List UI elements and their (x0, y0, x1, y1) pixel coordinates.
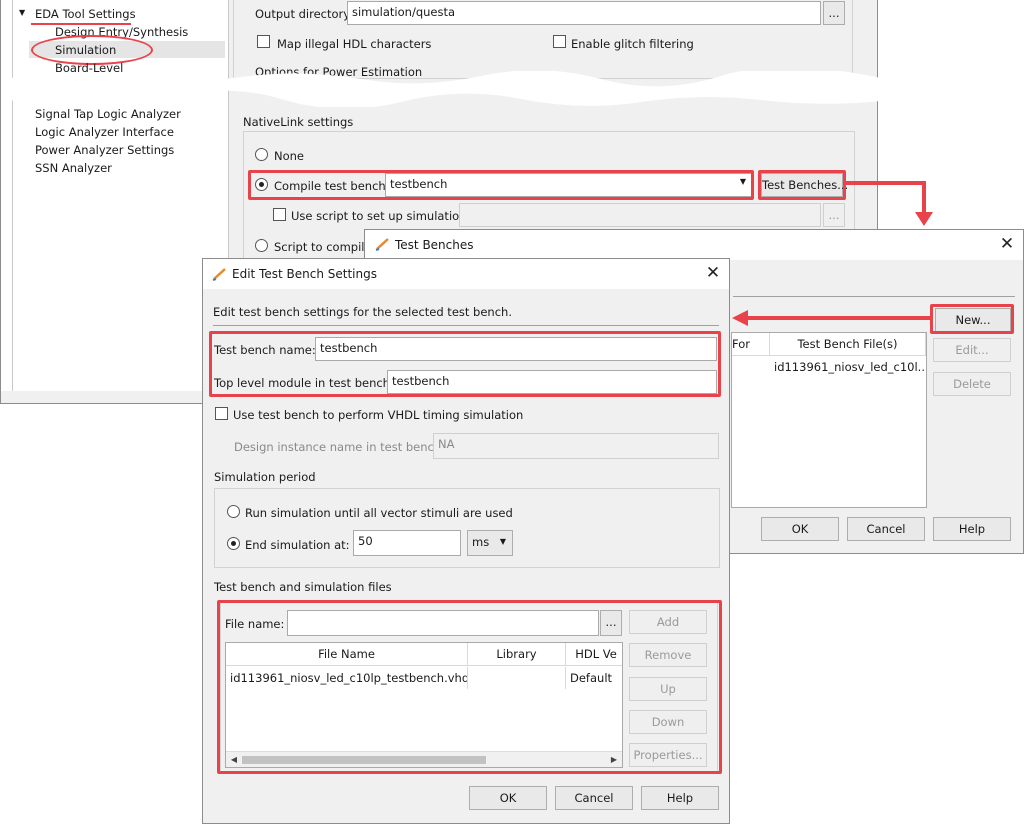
none-radio[interactable] (255, 148, 268, 161)
scroll-left-icon[interactable]: ◀ (228, 753, 240, 767)
nativelink-label: NativeLink settings (243, 115, 354, 129)
use-script-input (459, 203, 821, 227)
properties-button: Properties... (629, 743, 707, 767)
file-browse-button[interactable]: ... (600, 610, 622, 636)
test-bench-name-label: Test bench name: (214, 343, 316, 357)
dropdown-arrow-icon: ▼ (499, 537, 506, 546)
torn-break (1, 71, 881, 107)
simulation-period-group (214, 488, 720, 568)
run-until-radio[interactable] (227, 505, 240, 518)
script-to-compile-radio[interactable] (255, 239, 268, 252)
end-at-input[interactable]: 50 (353, 530, 461, 556)
enable-glitch-checkbox[interactable] (553, 35, 566, 48)
test-benches-button[interactable]: Test Benches... (761, 173, 848, 197)
test-benches-help-button[interactable]: Help (933, 517, 1011, 541)
compile-test-bench-select[interactable]: testbench ▼ (385, 173, 753, 197)
delete-button: Delete (933, 372, 1011, 396)
design-instance-input: NA (433, 433, 719, 459)
dropdown-arrow-icon: ▼ (739, 177, 746, 186)
row-file-name: id113961_niosv_led_c10lp_testbench.vhd (226, 667, 468, 689)
close-icon[interactable]: ✕ (997, 234, 1017, 254)
edit-help-button[interactable]: Help (641, 786, 719, 810)
flow-arrow-down (846, 181, 933, 226)
tree-item-power-analyzer[interactable]: Power Analyzer Settings (35, 143, 174, 157)
enable-glitch-label: Enable glitch filtering (571, 37, 694, 51)
test-benches-ok-button[interactable]: OK (761, 517, 839, 541)
compile-test-bench-label: Compile test bench: (274, 179, 390, 193)
up-button: Up (629, 677, 707, 701)
tree-item-ssn-analyzer[interactable]: SSN Analyzer (35, 161, 112, 175)
file-name-header[interactable]: File Name (226, 643, 468, 665)
table-row[interactable]: id113961_niosv_led_c10lp_testbench.vhd D… (226, 667, 622, 689)
col-for-header[interactable]: For (732, 333, 770, 355)
use-script-label: Use script to set up simulation: (291, 209, 471, 223)
hdl-version-header[interactable]: HDL Ve (566, 643, 622, 665)
edit-ok-button[interactable]: OK (469, 786, 547, 810)
tree-item-signal-tap[interactable]: Signal Tap Logic Analyzer (35, 107, 181, 121)
edit-button: Edit... (933, 338, 1011, 362)
map-illegal-hdl-checkbox[interactable] (257, 35, 270, 48)
files-section-label: Test bench and simulation files (214, 580, 392, 594)
test-benches-titlebar: Test Benches ✕ (365, 230, 1023, 260)
row-hdl-version: Default (570, 671, 613, 685)
edit-test-bench-dialog: Edit Test Bench Settings ✕ Edit test ben… (202, 258, 730, 824)
test-benches-cancel-button[interactable]: Cancel (847, 517, 925, 541)
end-at-label: End simulation at: (245, 538, 350, 552)
tree-divider (12, 0, 13, 391)
end-at-radio[interactable] (227, 537, 240, 550)
files-table: File Name Library HDL Ve id113961_niosv_… (225, 642, 623, 768)
tree-expand-arrow-icon[interactable]: ▼ (19, 8, 25, 17)
none-label: None (274, 149, 305, 163)
end-unit-select[interactable]: ms ▼ (467, 530, 513, 556)
add-button: Add (629, 610, 707, 634)
library-header[interactable]: Library (468, 643, 566, 665)
output-directory-input[interactable]: simulation/questa (347, 1, 821, 25)
test-benches-divider (733, 296, 1015, 297)
use-vhdl-timing-checkbox[interactable] (215, 407, 228, 420)
use-script-checkbox[interactable] (273, 208, 286, 221)
compile-test-bench-radio[interactable] (255, 178, 268, 191)
edit-dialog-titlebar: Edit Test Bench Settings ✕ (203, 259, 729, 289)
top-level-module-input[interactable]: testbench (387, 370, 717, 394)
category-tree: ▼ EDA Tool Settings Design Entry/Synthes… (1, 0, 229, 391)
map-illegal-hdl-label: Map illegal HDL characters (277, 37, 432, 51)
test-bench-name-input[interactable]: testbench (315, 337, 717, 361)
table-row-file[interactable]: id113961_niosv_led_c10l... (770, 356, 926, 378)
test-benches-title: Test Benches (395, 238, 474, 252)
file-name-input[interactable] (287, 610, 599, 636)
header-underline (226, 665, 622, 666)
down-button: Down (629, 710, 707, 734)
tree-item-eda-tool-settings[interactable]: EDA Tool Settings (35, 7, 136, 21)
quartus-pen-icon (375, 237, 391, 254)
flow-arrow-left (732, 310, 932, 326)
new-button[interactable]: New... (935, 308, 1011, 332)
horizontal-scrollbar[interactable]: ◀ ▶ (226, 751, 622, 767)
intro-divider (213, 325, 719, 326)
top-level-module-label: Top level module in test bench: (214, 376, 394, 390)
remove-button: Remove (629, 643, 707, 667)
tree-item-logic-analyzer[interactable]: Logic Analyzer Interface (35, 125, 174, 139)
use-vhdl-timing-label: Use test bench to perform VHDL timing si… (233, 408, 524, 422)
test-benches-table: For Test Bench File(s) id113961_niosv_le… (731, 332, 927, 508)
simulation-period-label: Simulation period (214, 470, 316, 484)
design-instance-label: Design instance name in test bench: (234, 440, 446, 454)
settings-panel-top: Output directory: simulation/questa ... … (233, 0, 873, 79)
scrollbar-thumb[interactable] (242, 756, 486, 764)
quartus-pen-icon (212, 267, 228, 284)
end-unit-value: ms (472, 535, 490, 549)
col-file-header[interactable]: Test Bench File(s) (770, 333, 926, 355)
output-directory-label: Output directory: (255, 7, 354, 21)
edit-dialog-title: Edit Test Bench Settings (232, 267, 377, 281)
run-until-label: Run simulation until all vector stimuli … (245, 506, 513, 520)
scroll-right-icon[interactable]: ▶ (608, 753, 620, 767)
file-name-label: File name: (225, 617, 285, 631)
compile-test-bench-value: testbench (390, 177, 448, 191)
close-icon[interactable]: ✕ (703, 263, 723, 283)
output-directory-browse-button[interactable]: ... (823, 1, 845, 25)
edit-dialog-intro: Edit test bench settings for the selecte… (213, 305, 512, 319)
row-library (468, 667, 566, 689)
edit-cancel-button[interactable]: Cancel (555, 786, 633, 810)
